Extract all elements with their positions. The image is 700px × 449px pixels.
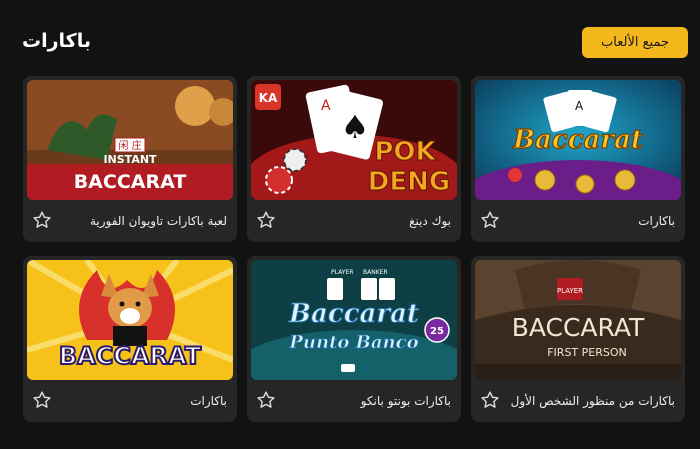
svg-text:A: A	[575, 99, 584, 113]
svg-text:PLAYER: PLAYER	[557, 287, 583, 295]
game-thumbnail[interactable]: BACCARAT	[27, 260, 233, 380]
game-thumbnail[interactable]: 闲 庄 INSTANT BACCARAT	[27, 80, 233, 200]
favorite-star-icon[interactable]	[479, 209, 501, 231]
svg-text:♠: ♠	[341, 108, 370, 146]
corgi-baccarat-icon: BACCARAT	[27, 260, 233, 380]
svg-text:DENG: DENG	[368, 167, 450, 197]
svg-text:BACCARAT: BACCARAT	[74, 171, 187, 193]
baccarat-gold-logo-icon: A Baccarat	[475, 80, 681, 200]
section-header: باكارات جميع الألعاب	[0, 0, 700, 80]
all-games-button[interactable]: جميع الألعاب	[582, 27, 688, 58]
game-thumbnail[interactable]: A Baccarat	[475, 80, 681, 200]
punto-banco-table-icon: PLAYER BANKER Baccarat Punto Banco 25	[251, 260, 457, 380]
game-card-pok-deng[interactable]: KA ♠ A POK DENG بوك دينغ	[247, 76, 461, 242]
game-thumbnail[interactable]: PLAYER BANKER Baccarat Punto Banco 25	[251, 260, 457, 380]
svg-text:闲 庄: 闲 庄	[118, 139, 141, 152]
game-card-punto-banco[interactable]: PLAYER BANKER Baccarat Punto Banco 25 با…	[247, 256, 461, 422]
section-title: باكارات	[22, 30, 91, 52]
svg-text:PLAYER: PLAYER	[331, 269, 353, 276]
game-card-baccarat[interactable]: A Baccarat باكارات	[471, 76, 685, 242]
favorite-star-icon[interactable]	[31, 389, 53, 411]
favorite-star-icon[interactable]	[31, 209, 53, 231]
game-title: باكارات بونتو بانكو	[360, 393, 451, 408]
svg-text:Punto Banco: Punto Banco	[288, 332, 418, 353]
game-card-corgi-baccarat[interactable]: BACCARAT باكارات	[23, 256, 237, 422]
svg-text:Baccarat: Baccarat	[512, 125, 643, 155]
pok-deng-cards-icon: KA ♠ A POK DENG	[251, 80, 457, 200]
game-title: بوك دينغ	[409, 213, 451, 228]
svg-text:POK: POK	[374, 137, 436, 167]
svg-text:KA: KA	[259, 91, 278, 105]
svg-text:Baccarat: Baccarat	[288, 299, 419, 329]
svg-text:FIRST PERSON: FIRST PERSON	[547, 346, 627, 359]
first-person-baccarat-icon: PLAYER BACCARAT FIRST PERSON	[475, 260, 681, 380]
game-title: باكارات	[190, 393, 227, 408]
svg-text:INSTANT: INSTANT	[103, 153, 157, 166]
game-card-first-person-baccarat[interactable]: PLAYER BACCARAT FIRST PERSON باكارات من …	[471, 256, 685, 422]
game-card-instant-baccarat[interactable]: 闲 庄 INSTANT BACCARAT لعبة باكارات تاويوا…	[23, 76, 237, 242]
svg-text:BACCARAT: BACCARAT	[512, 313, 645, 342]
game-thumbnail[interactable]: PLAYER BACCARAT FIRST PERSON	[475, 260, 681, 380]
game-title: باكارات من منظور الشخص الأول	[510, 393, 675, 408]
favorite-star-icon[interactable]	[255, 389, 277, 411]
svg-text:25: 25	[430, 326, 444, 337]
svg-text:A: A	[321, 98, 331, 114]
svg-text:BACCARAT: BACCARAT	[59, 342, 202, 370]
instant-baccarat-table-icon: 闲 庄 INSTANT BACCARAT	[27, 80, 233, 200]
favorite-star-icon[interactable]	[479, 389, 501, 411]
favorite-star-icon[interactable]	[255, 209, 277, 231]
game-title: باكارات	[638, 213, 675, 228]
svg-text:BANKER: BANKER	[363, 269, 388, 276]
game-thumbnail[interactable]: KA ♠ A POK DENG	[251, 80, 457, 200]
game-title: لعبة باكارات تاويوان الفورية	[89, 213, 227, 228]
